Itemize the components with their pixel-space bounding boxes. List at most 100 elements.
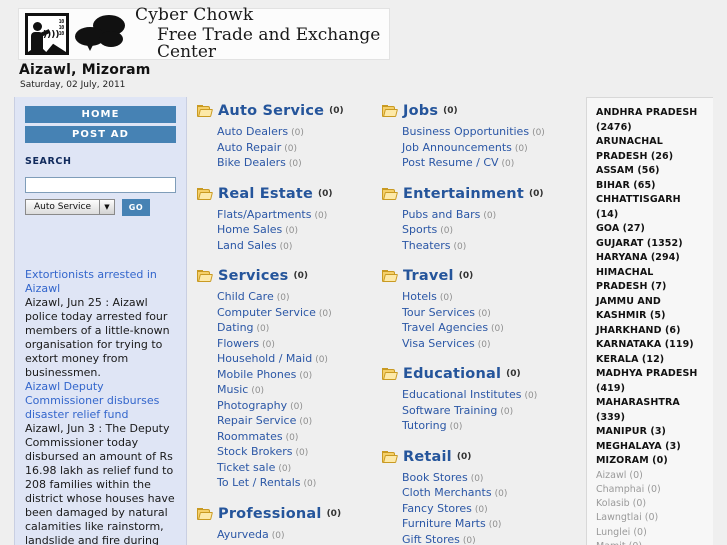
state-link[interactable]: MADHYA PRADESH (419) bbox=[596, 367, 706, 396]
subcategory-link[interactable]: Travel Agencies bbox=[402, 321, 488, 334]
subcategory-link[interactable]: Flowers bbox=[217, 337, 259, 350]
subcategory-link[interactable]: Cloth Merchants bbox=[402, 486, 492, 499]
subcategory-link[interactable]: Theaters bbox=[402, 239, 451, 252]
category-header[interactable]: Real Estate (0) bbox=[197, 186, 387, 202]
state-link[interactable]: BIHAR (65) bbox=[596, 179, 706, 194]
search-input[interactable] bbox=[25, 176, 176, 193]
subcategory-link[interactable]: Sports bbox=[402, 223, 437, 236]
state-link[interactable]: CHHATTISGARH (14) bbox=[596, 193, 706, 222]
subcategory-count: (0) bbox=[285, 226, 299, 236]
city-link[interactable]: Kolasib (0) bbox=[596, 497, 706, 511]
search-controls-row: Auto Service ▼ GO bbox=[25, 198, 176, 216]
news-title-link[interactable]: Aizawl Deputy Commissioner disburses dis… bbox=[25, 380, 176, 422]
category-header[interactable]: Travel (0) bbox=[382, 268, 577, 284]
home-button[interactable]: HOME bbox=[25, 106, 176, 123]
state-link[interactable]: JAMMU AND KASHMIR (5) bbox=[596, 295, 706, 324]
category-select[interactable]: Auto Service ▼ bbox=[25, 199, 115, 215]
category-count: (0) bbox=[456, 451, 472, 462]
city-link[interactable]: Mamit (0) bbox=[596, 540, 706, 545]
state-link[interactable]: GUJARAT (1352) bbox=[596, 237, 706, 252]
state-link[interactable]: GOA (27) bbox=[596, 222, 706, 237]
left-sidebar: HOME POST AD SEARCH Auto Service ▼ GO Ex… bbox=[14, 97, 187, 545]
subcategory-list: Auto Dealers (0) Auto Repair (0) Bike Dealer… bbox=[217, 125, 387, 172]
state-link[interactable]: ANDHRA PRADESH (2476) bbox=[596, 106, 706, 135]
subcategory-link[interactable]: To Let / Rentals bbox=[217, 476, 301, 489]
subcategory-link[interactable]: Job Announcements bbox=[402, 141, 512, 154]
state-link[interactable]: KERALA (12) bbox=[596, 353, 706, 368]
subcategory-link[interactable]: Auto Dealers bbox=[217, 125, 288, 138]
subcategory-link[interactable]: Visa Services bbox=[402, 337, 475, 350]
subcategory-count: (0) bbox=[262, 339, 275, 350]
subcategory-link[interactable]: Stock Brokers bbox=[217, 445, 293, 458]
subcategory-link[interactable]: Business Opportunities bbox=[402, 125, 529, 138]
subcategory-link[interactable]: Child Care bbox=[217, 290, 274, 303]
state-link[interactable]: JHARKHAND (6) bbox=[596, 324, 706, 339]
page-title: Aizawl, Mizoram bbox=[19, 62, 151, 78]
subcategory-link[interactable]: Educational Institutes bbox=[402, 388, 521, 401]
subcategory-link[interactable]: Computer Service bbox=[217, 306, 316, 319]
subcategory-link[interactable]: Book Stores bbox=[402, 471, 468, 484]
subcategory-link[interactable]: Roommates bbox=[217, 430, 283, 443]
category-header[interactable]: Jobs (0) bbox=[382, 103, 577, 119]
subcategory-count: (0) bbox=[290, 401, 303, 412]
state-link[interactable]: MIZORAM (0) bbox=[596, 454, 706, 469]
subcategory-link[interactable]: Repair Service bbox=[217, 414, 296, 427]
search-go-button[interactable]: GO bbox=[122, 198, 150, 216]
state-link[interactable]: MANIPUR (3) bbox=[596, 425, 706, 440]
subcategory-link[interactable]: Home Sales bbox=[217, 223, 282, 236]
subcategory-link[interactable]: Tutoring bbox=[402, 419, 447, 432]
subcategory-link[interactable]: Household / Maid bbox=[217, 352, 312, 365]
subcategory-link[interactable]: Dating bbox=[217, 321, 254, 334]
subcategory-count: (0) bbox=[514, 143, 528, 154]
city-link[interactable]: Lawngtlai (0) bbox=[596, 511, 706, 525]
category-title: Auto Service bbox=[218, 103, 325, 119]
subcategory-link[interactable]: Ticket sale bbox=[217, 461, 275, 474]
subcategory-list: Flats/Apartments (0) Home Sales (0) Land Sal… bbox=[217, 208, 387, 255]
category-header[interactable]: Professional (0) bbox=[197, 506, 387, 522]
city-link[interactable]: Champhai (0) bbox=[596, 483, 706, 497]
subcategory-link[interactable]: Land Sales bbox=[217, 239, 277, 252]
state-link[interactable]: HARYANA (294) bbox=[596, 251, 706, 266]
subcategory-link[interactable]: Ayurveda bbox=[217, 528, 269, 541]
subcategory-link[interactable]: Pubs and Bars bbox=[402, 208, 480, 221]
list-item: Travel Agencies (0) bbox=[402, 321, 577, 337]
state-link[interactable]: ARUNACHAL PRADESH (26) bbox=[596, 135, 706, 164]
category-header[interactable]: Retail (0) bbox=[382, 449, 577, 465]
state-link[interactable]: HIMACHAL PRADESH (7) bbox=[596, 266, 706, 295]
city-link[interactable]: Aizawl (0) bbox=[596, 469, 706, 483]
subcategory-link[interactable]: Auto Repair bbox=[217, 141, 281, 154]
subcategory-count: (0) bbox=[279, 241, 293, 252]
state-link[interactable]: KARNATAKA (119) bbox=[596, 338, 706, 353]
list-item: Sports (0) bbox=[402, 223, 577, 239]
subcategory-count: (0) bbox=[278, 463, 292, 474]
category-header[interactable]: Educational (0) bbox=[382, 366, 577, 382]
post-ad-button[interactable]: POST AD bbox=[25, 126, 176, 143]
state-link[interactable]: ASSAM (56) bbox=[596, 164, 706, 179]
subcategory-link[interactable]: Bike Dealers bbox=[217, 156, 286, 169]
state-link[interactable]: MAHARASHTRA (339) bbox=[596, 396, 706, 425]
category-header[interactable]: Auto Service (0) bbox=[197, 103, 387, 119]
subcategory-link[interactable]: Furniture Marts bbox=[402, 517, 486, 530]
subcategory-link[interactable]: Hotels bbox=[402, 290, 437, 303]
subcategory-link[interactable]: Gift Stores bbox=[402, 533, 460, 545]
category-count: (0) bbox=[506, 369, 521, 379]
news-title-link[interactable]: Extortionists arrested in Aizawl bbox=[25, 268, 176, 296]
subcategory-link[interactable]: Tour Services bbox=[402, 306, 475, 319]
subcategory-count: (0) bbox=[491, 324, 504, 334]
subcategory-link[interactable]: Fancy Stores bbox=[402, 502, 472, 515]
subcategory-link[interactable]: Post Resume / CV bbox=[402, 156, 499, 169]
subcategory-count: (0) bbox=[494, 489, 508, 499]
subcategory-link[interactable]: Software Training bbox=[402, 404, 497, 417]
subcategory-link[interactable]: Photography bbox=[217, 399, 287, 412]
list-item: Post Resume / CV (0) bbox=[402, 156, 577, 172]
subcategory-link[interactable]: Mobile Phones bbox=[217, 368, 296, 381]
category-header[interactable]: Entertainment (0) bbox=[382, 186, 577, 202]
city-link[interactable]: Lunglei (0) bbox=[596, 526, 706, 540]
category-title: Services bbox=[218, 268, 289, 284]
state-link[interactable]: MEGHALAYA (3) bbox=[596, 440, 706, 455]
subcategory-count: (0) bbox=[488, 520, 502, 530]
subcategory-link[interactable]: Flats/Apartments bbox=[217, 208, 311, 221]
category-header[interactable]: Services (0) bbox=[197, 268, 387, 284]
subcategory-link[interactable]: Music bbox=[217, 383, 248, 396]
list-item: Software Training (0) bbox=[402, 404, 577, 420]
